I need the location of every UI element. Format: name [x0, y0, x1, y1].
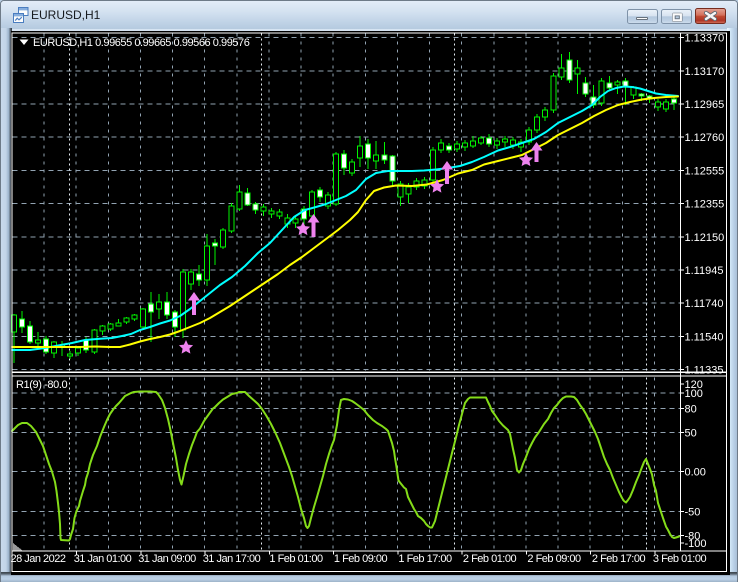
svg-text:3 Feb 01:00: 3 Feb 01:00 [653, 553, 707, 565]
svg-text:100: 100 [685, 388, 703, 400]
svg-text:50: 50 [685, 427, 697, 439]
svg-text:1.13170: 1.13170 [685, 66, 725, 78]
svg-text:1.11945: 1.11945 [685, 265, 724, 277]
svg-text:31 Jan 17:00: 31 Jan 17:00 [203, 553, 261, 565]
svg-text:1.12760: 1.12760 [685, 132, 725, 144]
svg-text:31 Jan 01:00: 31 Jan 01:00 [74, 553, 132, 565]
svg-text:-100: -100 [685, 538, 707, 550]
svg-text:1.12150: 1.12150 [685, 232, 725, 244]
svg-text:1.11740: 1.11740 [685, 298, 724, 310]
svg-text:31 Jan 09:00: 31 Jan 09:00 [138, 553, 196, 565]
svg-text:1.13370: 1.13370 [685, 33, 725, 45]
svg-text:1 Feb 01:00: 1 Feb 01:00 [269, 553, 323, 565]
svg-text:28 Jan 2022: 28 Jan 2022 [10, 553, 65, 565]
svg-text:2 Feb 01:00: 2 Feb 01:00 [463, 553, 517, 565]
svg-text:1.11335: 1.11335 [685, 365, 724, 377]
svg-text:1.12965: 1.12965 [685, 99, 725, 111]
svg-text:80: 80 [685, 404, 697, 416]
svg-text:2 Feb 17:00: 2 Feb 17:00 [592, 553, 646, 565]
svg-text:EURUSD,H1 0.99655 0.99665 0.9: EURUSD,H1 0.99655 0.99665 0.99566 0.9957… [33, 37, 250, 49]
svg-text:1 Feb 17:00: 1 Feb 17:00 [398, 553, 452, 565]
svg-text:1 Feb 09:00: 1 Feb 09:00 [334, 553, 388, 565]
svg-text:-50: -50 [685, 507, 701, 519]
svg-text:0.00: 0.00 [685, 467, 706, 479]
svg-text:1.11540: 1.11540 [685, 331, 724, 343]
svg-text:1.12555: 1.12555 [685, 165, 725, 177]
svg-text:1.12355: 1.12355 [685, 199, 725, 211]
svg-text:2 Feb 09:00: 2 Feb 09:00 [527, 553, 581, 565]
svg-text:R1(9) -80.0: R1(9) -80.0 [16, 379, 68, 391]
